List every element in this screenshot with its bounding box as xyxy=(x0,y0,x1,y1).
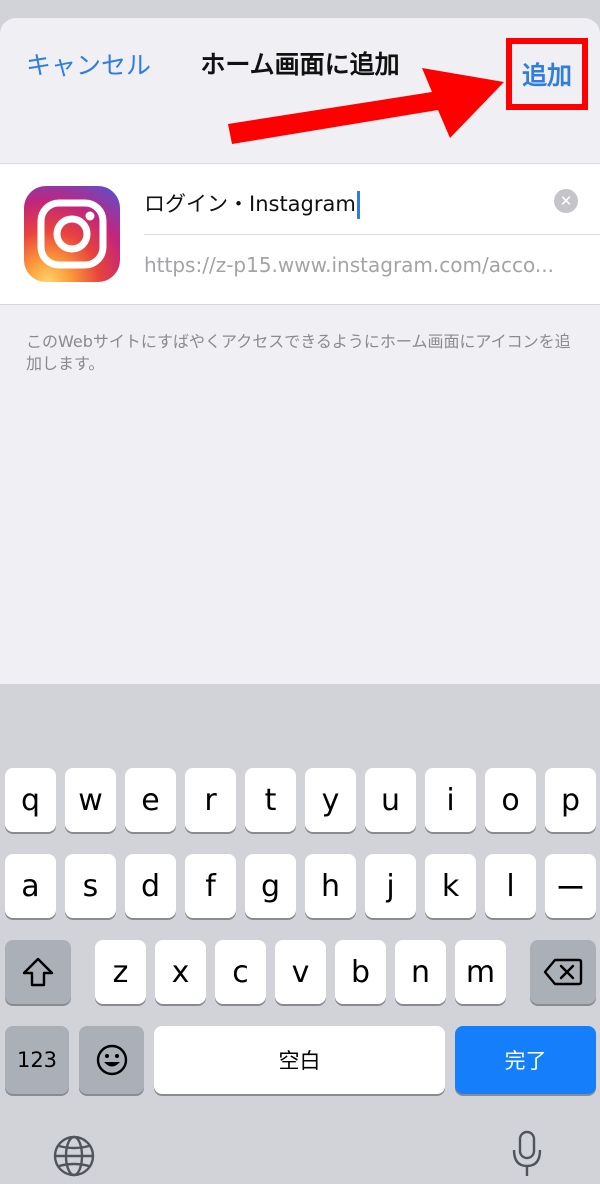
key-o[interactable]: o xyxy=(485,768,536,832)
key-j[interactable]: j xyxy=(365,854,416,918)
text-caret xyxy=(356,191,360,219)
key-v[interactable]: v xyxy=(275,940,326,1004)
add-to-home-sheet: キャンセル ホーム画面に追加 追加 ログイン・Instagram ✕ https… xyxy=(0,18,600,684)
key-c[interactable]: c xyxy=(215,940,266,1004)
key-l[interactable]: l xyxy=(485,854,536,918)
key-n[interactable]: n xyxy=(395,940,446,1004)
instagram-icon xyxy=(24,186,120,282)
key-b[interactable]: b xyxy=(335,940,386,1004)
globe-icon[interactable] xyxy=(52,1134,96,1178)
shift-icon xyxy=(22,957,54,987)
key-q[interactable]: q xyxy=(5,768,56,832)
key-e[interactable]: e xyxy=(125,768,176,832)
microphone-icon[interactable] xyxy=(510,1130,544,1178)
clear-text-icon[interactable]: ✕ xyxy=(554,189,578,213)
bookmark-name-text: ログイン・Instagram xyxy=(144,192,356,216)
key-r[interactable]: r xyxy=(185,768,236,832)
field-divider xyxy=(144,234,600,235)
add-button-label: 追加 xyxy=(521,61,572,90)
emoji-key[interactable] xyxy=(79,1026,144,1094)
key-u[interactable]: u xyxy=(365,768,416,832)
red-arrow-annotation xyxy=(228,68,504,144)
key-t[interactable]: t xyxy=(245,768,296,832)
key-k[interactable]: k xyxy=(425,854,476,918)
key-h[interactable]: h xyxy=(305,854,356,918)
delete-key[interactable] xyxy=(530,940,596,1004)
key-z[interactable]: z xyxy=(95,940,146,1004)
done-key[interactable]: 完了 xyxy=(455,1026,596,1094)
add-button[interactable]: 追加 xyxy=(506,38,588,110)
bookmark-url-field: https://z-p15.www.instagram.com/acco... xyxy=(144,253,554,277)
key-i[interactable]: i xyxy=(425,768,476,832)
key-s[interactable]: s xyxy=(65,854,116,918)
backspace-icon xyxy=(543,958,583,986)
bookmark-card: ログイン・Instagram ✕ https://z-p15.www.insta… xyxy=(0,163,600,305)
key-f[interactable]: f xyxy=(185,854,236,918)
key-a[interactable]: a xyxy=(5,854,56,918)
bookmark-name-input[interactable]: ログイン・Instagram xyxy=(144,186,564,222)
key-w[interactable]: w xyxy=(65,768,116,832)
numbers-key[interactable]: 123 xyxy=(5,1026,69,1094)
keyboard: q w e r t y u i o p a s d f g h j k l ー … xyxy=(0,684,600,1184)
key-d[interactable]: d xyxy=(125,854,176,918)
key-g[interactable]: g xyxy=(245,854,296,918)
key-x[interactable]: x xyxy=(155,940,206,1004)
key-long-vowel[interactable]: ー xyxy=(545,854,596,918)
key-m[interactable]: m xyxy=(455,940,506,1004)
emoji-icon xyxy=(96,1044,127,1076)
space-key[interactable]: 空白 xyxy=(154,1026,445,1094)
description-text: このWebサイトにすばやくアクセスできるようにホーム画面にアイコンを追加します。 xyxy=(26,332,571,373)
key-y[interactable]: y xyxy=(305,768,356,832)
key-p[interactable]: p xyxy=(545,768,596,832)
shift-key[interactable] xyxy=(5,940,71,1004)
